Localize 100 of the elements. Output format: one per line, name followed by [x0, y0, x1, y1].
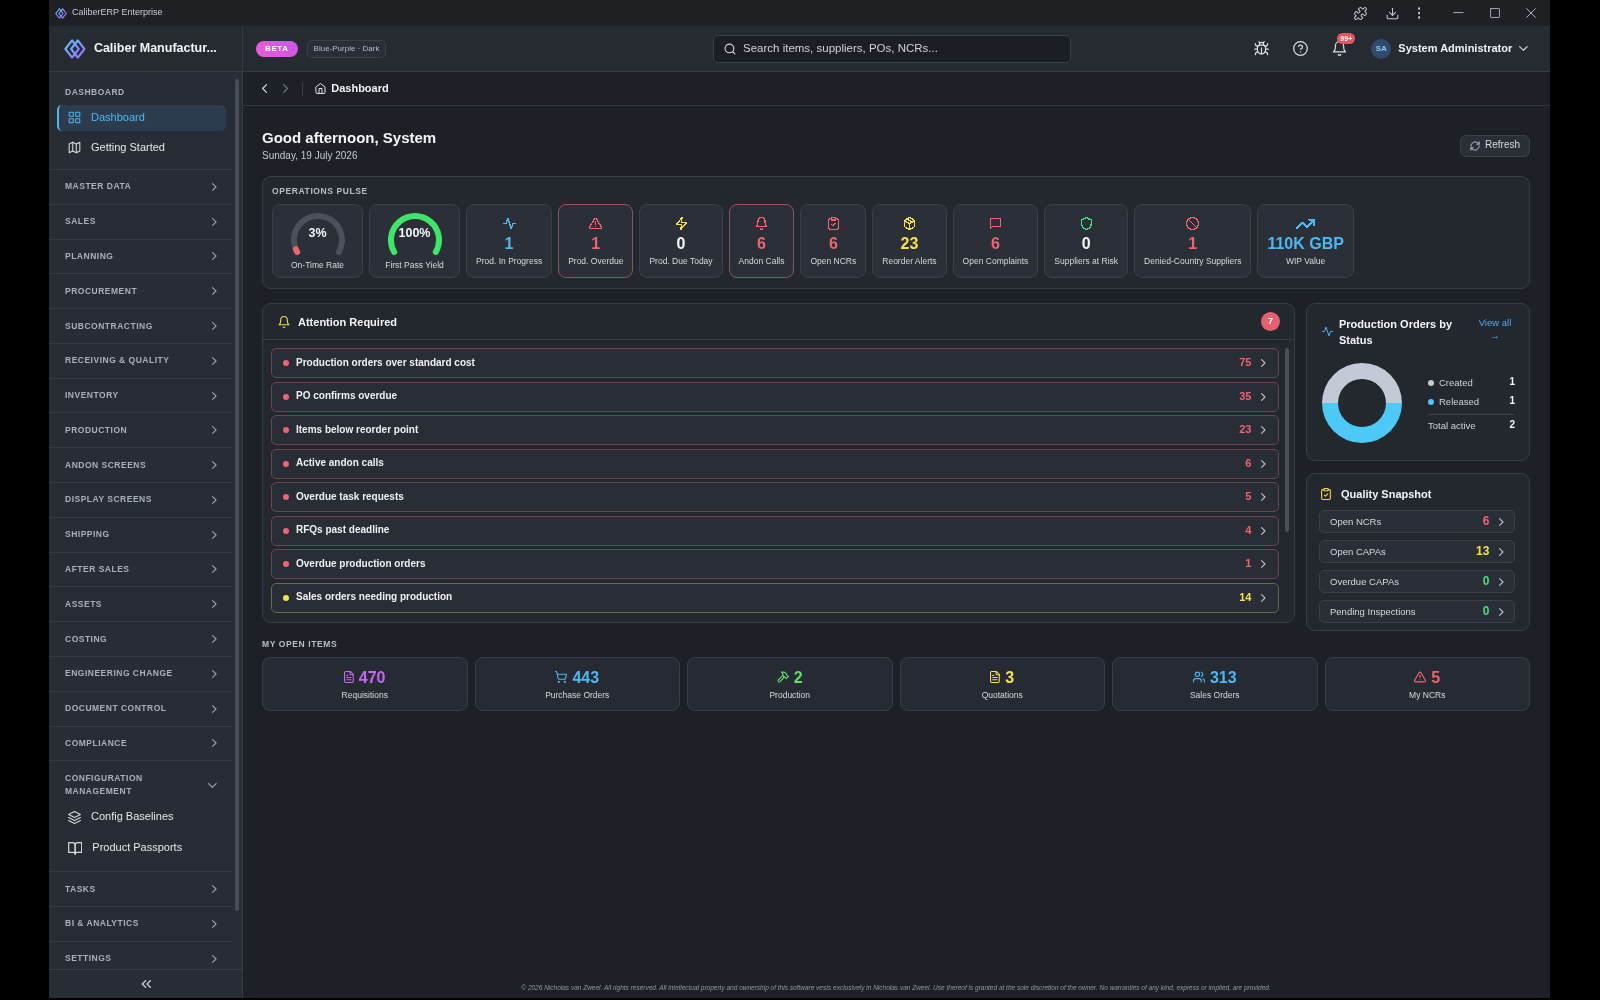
- scrollbar-thumb[interactable]: [235, 79, 239, 911]
- puzzle-piece-icon[interactable]: [1353, 6, 1367, 20]
- layers-icon: [68, 810, 81, 824]
- item-count: 75: [1239, 356, 1252, 370]
- back-icon[interactable]: [262, 84, 268, 93]
- attention-item[interactable]: Active andon calls 6: [271, 448, 1279, 479]
- attention-item[interactable]: Production orders over standard cost 75: [271, 348, 1279, 378]
- sidebar-group-toggle[interactable]: SHIPPING: [49, 517, 232, 552]
- attention-item[interactable]: PO confirms overdue 35: [271, 381, 1279, 412]
- item-label: Active andon calls: [296, 457, 384, 470]
- quality-item[interactable]: Open CAPAs 13: [1319, 540, 1515, 563]
- search-field[interactable]: Search items, suppliers, POs, NCRs...: [713, 34, 1071, 63]
- attention-item[interactable]: Items below reorder point 23: [271, 415, 1279, 445]
- minimize-icon[interactable]: [1453, 12, 1464, 14]
- home-icon[interactable]: [315, 83, 327, 94]
- attention-item[interactable]: Sales orders needing production 14: [271, 582, 1279, 613]
- window-title: CaliberERP Enterprise: [72, 7, 163, 19]
- legend-count: 1: [1509, 376, 1515, 389]
- sidebar-group-toggle[interactable]: PRODUCTION: [49, 413, 232, 448]
- sidebar-link[interactable]: Config Baselines: [57, 804, 226, 831]
- close-icon[interactable]: [1526, 8, 1536, 18]
- kpi-label: Prod. In Progress: [476, 255, 543, 266]
- chevron-right-icon: [212, 495, 217, 504]
- attention-item[interactable]: Overdue production orders 1: [271, 549, 1279, 579]
- user-name[interactable]: System Administrator: [1398, 41, 1513, 56]
- item-count: 0: [1482, 574, 1490, 589]
- sidebar-group-toggle[interactable]: BI & ANALYTICS: [49, 907, 232, 941]
- item-label: Overdue CAPAs: [1330, 575, 1399, 588]
- section-title: MY OPEN ITEMS: [262, 639, 338, 649]
- panel-title: Quality Snapshot: [1341, 487, 1432, 502]
- sidebar-group-toggle[interactable]: ANDON SCREENS: [49, 448, 232, 483]
- more-icon[interactable]: [1417, 7, 1421, 19]
- chevron-right-icon: [212, 919, 217, 928]
- quality-item[interactable]: Overdue CAPAs 0: [1319, 570, 1515, 593]
- book-icon: [68, 841, 83, 855]
- attention-item[interactable]: RFQs past deadline 4: [271, 515, 1279, 546]
- summary-label: Purchase Orders: [545, 689, 610, 701]
- sidebar-link[interactable]: Dashboard: [57, 104, 226, 131]
- panel-title: Attention Required: [298, 314, 397, 330]
- download-icon[interactable]: [1385, 6, 1399, 20]
- search-input[interactable]: Search items, suppliers, POs, NCRs...: [743, 41, 1070, 56]
- kpi-label: Reorder Alerts: [882, 255, 937, 266]
- summary-value: 443: [572, 667, 600, 687]
- warning-triangle-icon: [1414, 671, 1427, 684]
- sidebar-group-toggle[interactable]: DOCUMENT CONTROL: [49, 691, 232, 726]
- sidebar-group-toggle[interactable]: SETTINGS: [49, 941, 232, 969]
- double-chevron-icon[interactable]: [140, 980, 151, 988]
- sidebar-group-toggle[interactable]: CONFIGURATION MANAGEMENT: [49, 761, 232, 800]
- sidebar-link[interactable]: Getting Started: [57, 134, 226, 161]
- chevron-right-icon: [212, 426, 217, 435]
- sidebar-group-toggle[interactable]: ENGINEERING CHANGE: [49, 656, 232, 691]
- chevron-right-icon: [212, 704, 217, 713]
- sidebar-group-toggle[interactable]: PROCUREMENT: [49, 274, 232, 309]
- sidebar-group-toggle[interactable]: AFTER SALES: [49, 552, 232, 587]
- kpi-value: 110K GBP: [1267, 233, 1344, 253]
- sidebar-group-toggle[interactable]: COSTING: [49, 622, 232, 656]
- sidebar-group-toggle[interactable]: RECEIVING & QUALITY: [49, 343, 232, 378]
- item-label: Overdue task requests: [296, 490, 404, 504]
- sidebar-group-toggle[interactable]: TASKS: [49, 872, 232, 907]
- item-label: Items below reorder point: [296, 423, 419, 437]
- sidebar-group-toggle[interactable]: INVENTORY: [49, 378, 232, 413]
- theme-label: Blue-Purple · Dark: [306, 39, 387, 58]
- bug-icon[interactable]: [1254, 41, 1270, 56]
- chevron-right-icon: [1261, 459, 1266, 468]
- clipboard-check-icon: [1320, 488, 1332, 500]
- bell-icon[interactable]: [1332, 41, 1348, 56]
- sidebar-group-toggle[interactable]: COMPLIANCE: [49, 726, 232, 761]
- quality-item[interactable]: Open NCRs 6: [1319, 510, 1515, 533]
- maximize-icon[interactable]: [1490, 8, 1500, 18]
- help-icon[interactable]: [1293, 41, 1309, 56]
- sidebar-group-toggle[interactable]: ASSETS: [49, 587, 232, 622]
- sidebar-group-toggle[interactable]: SUBCONTRACTING: [49, 309, 232, 343]
- greeting-title: Good afternoon, System: [262, 129, 437, 147]
- chevron-right-icon: [212, 739, 217, 748]
- kpi-label: First Pass Yield: [385, 260, 444, 270]
- sidebar-group-toggle[interactable]: DISPLAY SCREENS: [49, 483, 232, 517]
- logo-icon: [64, 38, 86, 59]
- scrollbar-thumb[interactable]: [1285, 348, 1289, 532]
- chevron-right-icon: [1261, 359, 1266, 367]
- chevron-right-icon: [212, 391, 217, 400]
- chevron-right-icon: [212, 461, 217, 470]
- kpi-label: On-Time Rate: [290, 260, 345, 270]
- kpi-label: Suppliers at Risk: [1054, 255, 1119, 266]
- sidebar-group-toggle[interactable]: SALES: [49, 204, 232, 239]
- view-all-link[interactable]: View all →: [1475, 316, 1515, 342]
- section-heading: DASHBOARD: [65, 86, 125, 98]
- refresh-button[interactable]: Refresh: [1460, 134, 1530, 157]
- caret-icon[interactable]: [1519, 46, 1528, 51]
- sidebar-group-toggle[interactable]: PLANNING: [49, 239, 232, 274]
- item-count: 4: [1245, 523, 1252, 538]
- sidebar-link[interactable]: Product Passports: [57, 835, 226, 862]
- kpi-value: 3%: [307, 226, 328, 241]
- item-label: PO confirms overdue: [296, 390, 398, 403]
- kpi-value: 0: [1081, 233, 1091, 253]
- attention-item[interactable]: Overdue task requests 5: [271, 482, 1279, 512]
- kpi-label: Prod. Due Today: [649, 255, 713, 266]
- quality-item[interactable]: Pending Inspections 0: [1319, 600, 1515, 623]
- item-count: 35: [1239, 389, 1252, 404]
- summary-label: Sales Orders: [1189, 689, 1240, 701]
- sidebar-group-toggle[interactable]: MASTER DATA: [49, 170, 232, 204]
